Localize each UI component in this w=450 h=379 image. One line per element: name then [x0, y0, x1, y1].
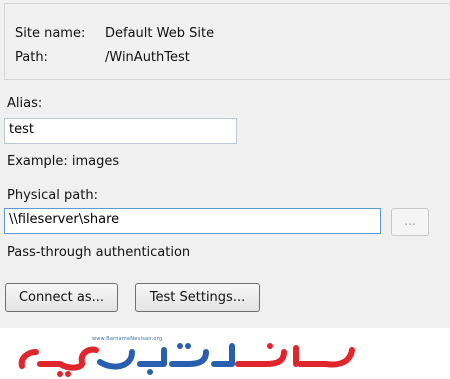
path-value: /WinAuthTest [105, 50, 190, 65]
site-name-label: Site name: [15, 26, 86, 41]
alias-example-text: Example: images [7, 154, 120, 169]
watermark-logo: www.BarnameNevisan.org [0, 328, 450, 379]
browse-button[interactable]: ... [391, 208, 429, 236]
test-settings-button[interactable]: Test Settings... [135, 283, 260, 312]
alias-input[interactable]: test [4, 118, 237, 144]
physical-path-input[interactable]: \\fileserver\share [4, 208, 381, 234]
physical-path-label: Physical path: [7, 188, 98, 203]
connect-as-button[interactable]: Connect as... [5, 283, 118, 312]
site-name-value: Default Web Site [105, 26, 215, 41]
path-label: Path: [15, 50, 48, 65]
watermark-logo-graphic [18, 343, 355, 377]
site-info-panel: Site name: Default Web Site Path: /WinAu… [4, 3, 450, 80]
pass-through-auth-text: Pass-through authentication [7, 245, 191, 260]
alias-label: Alias: [7, 96, 43, 111]
